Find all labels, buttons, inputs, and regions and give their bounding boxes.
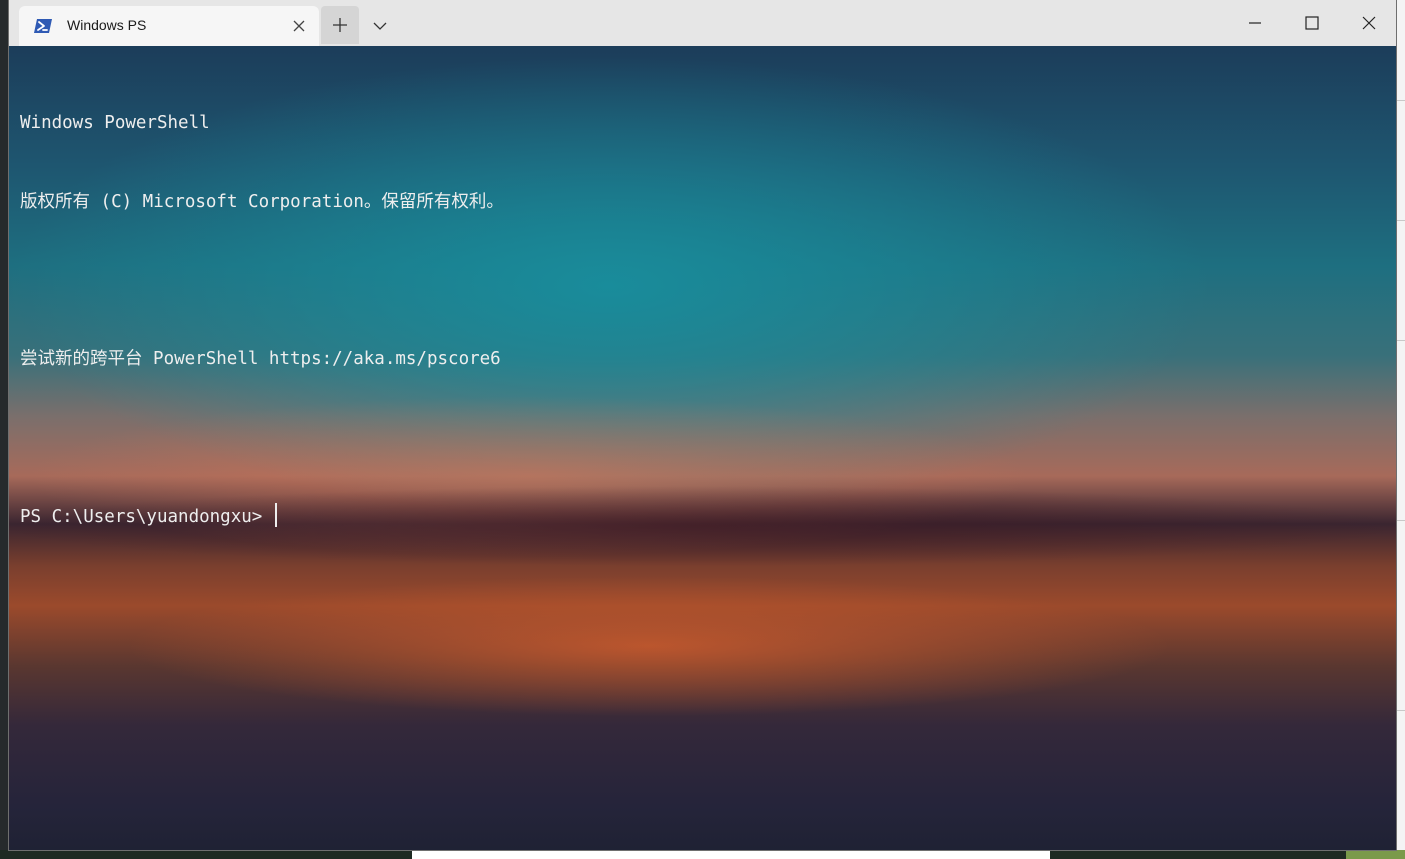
title-bar[interactable]: Windows PS xyxy=(9,0,1396,46)
maximize-button[interactable] xyxy=(1283,0,1339,44)
close-window-button[interactable] xyxy=(1340,0,1396,44)
prompt-text: PS C:\Users\yuandongxu> xyxy=(20,507,273,528)
tab-title: Windows PS xyxy=(67,17,147,33)
terminal-window: Windows PS Windows PowerShell 版权所有 (C) M… xyxy=(9,0,1396,850)
plus-icon xyxy=(333,18,347,32)
tab-dropdown-button[interactable] xyxy=(365,6,395,44)
close-icon[interactable] xyxy=(291,18,307,34)
background-window-right xyxy=(1396,0,1405,859)
chevron-down-icon xyxy=(373,22,387,30)
background-window-bottom xyxy=(0,850,1405,859)
minimize-icon xyxy=(1249,22,1261,24)
close-icon xyxy=(1362,16,1376,30)
background-window-left xyxy=(0,0,9,859)
new-tab-button[interactable] xyxy=(321,6,359,44)
terminal-line: 尝试新的跨平台 PowerShell https://aka.ms/pscore… xyxy=(20,349,501,370)
terminal-content[interactable]: Windows PowerShell 版权所有 (C) Microsoft Co… xyxy=(9,46,1396,850)
terminal-output: Windows PowerShell 版权所有 (C) Microsoft Co… xyxy=(20,58,504,582)
prompt-line[interactable]: PS C:\Users\yuandongxu> xyxy=(20,503,504,529)
minimize-button[interactable] xyxy=(1226,0,1282,44)
maximize-icon xyxy=(1305,16,1319,30)
powershell-icon xyxy=(33,16,53,36)
text-cursor xyxy=(274,503,277,528)
terminal-line: 版权所有 (C) Microsoft Corporation。保留所有权利。 xyxy=(20,192,504,212)
tab-windows-ps[interactable]: Windows PS xyxy=(19,6,319,46)
terminal-line: Windows PowerShell xyxy=(20,113,210,134)
